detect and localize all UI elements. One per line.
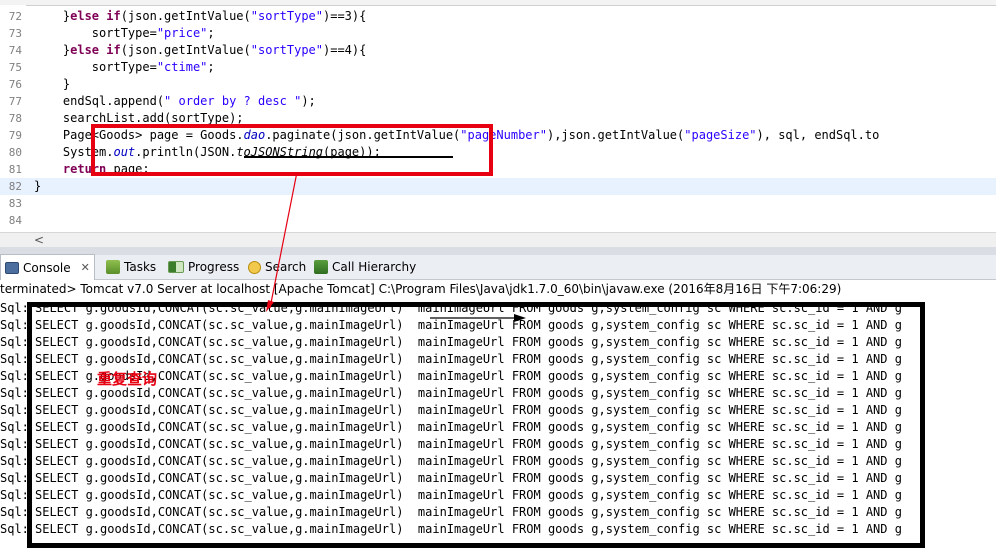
code-text: sortType="ctime"; (34, 60, 215, 74)
console-line-prefix: Sql: (0, 522, 29, 536)
code-line[interactable]: 83 (0, 195, 996, 212)
tab-progress[interactable]: Progress (168, 255, 239, 279)
tab-label: Search (265, 260, 307, 274)
line-number: 76 (8, 78, 22, 91)
tab-search[interactable]: Search (248, 255, 306, 279)
code-line[interactable]: 77 endSql.append(" order by ? desc "); (0, 93, 996, 110)
code-text: sortType="price"; (34, 26, 215, 40)
view-tab-bar: Console ✕ Tasks Progress Search Call Hie… (0, 254, 996, 281)
tab-label: Console (23, 261, 71, 275)
line-number: 84 (8, 214, 22, 227)
highlight-box-black (27, 302, 925, 548)
line-number: 81 (8, 163, 22, 176)
editor-horizontal-scrollbar[interactable]: < (0, 232, 996, 247)
console-line-prefix: Sql: (0, 403, 29, 417)
code-text: }else if(json.getIntValue("sortType")==3… (34, 9, 367, 23)
tab-label: Progress (188, 260, 240, 274)
console-icon (5, 262, 19, 274)
console-line-prefix: Sql: (0, 454, 29, 468)
scroll-left-icon[interactable]: < (34, 233, 44, 247)
console-status-line: terminated> Tomcat v7.0 Server at localh… (0, 280, 996, 298)
code-line[interactable]: 75 sortType="ctime"; (0, 59, 996, 76)
code-line[interactable]: 73 sortType="price"; (0, 25, 996, 42)
progress-icon (168, 261, 184, 273)
highlight-underline (244, 156, 453, 158)
code-text: } (34, 77, 71, 91)
editor-tab-strip (0, 0, 996, 6)
console-line-prefix: Sql: (0, 352, 29, 366)
line-number: 77 (8, 95, 22, 108)
console-line-prefix: Sql: (0, 301, 29, 315)
console-line-prefix: Sql: (0, 505, 29, 519)
console-line-prefix: Sql: (0, 420, 29, 434)
line-number: 83 (8, 197, 22, 210)
tasks-icon (106, 260, 120, 274)
code-line[interactable]: 72 }else if(json.getIntValue("sortType")… (0, 8, 996, 25)
tab-console[interactable]: Console ✕ (0, 254, 95, 281)
code-line[interactable]: 84 (0, 212, 996, 229)
close-icon[interactable]: ✕ (81, 256, 90, 280)
code-text: }else if(json.getIntValue("sortType")==4… (34, 43, 367, 57)
annotation-note: 重复查询 (97, 370, 158, 388)
panel-divider[interactable] (0, 247, 996, 255)
console-line-prefix: Sql: (0, 335, 29, 349)
code-line[interactable]: 82} (0, 178, 996, 195)
tab-call-hierarchy[interactable]: Call Hierarchy (314, 255, 416, 279)
line-number: 80 (8, 146, 22, 159)
code-editor[interactable]: 72 }else if(json.getIntValue("sortType")… (0, 0, 996, 232)
tab-label: Call Hierarchy (332, 260, 417, 274)
tab-tasks[interactable]: Tasks (106, 255, 156, 279)
highlight-box-red (91, 124, 493, 176)
console-line-prefix: Sql: (0, 471, 29, 485)
line-number: 73 (8, 27, 22, 40)
console-line-prefix: Sql: (0, 369, 29, 383)
line-number: 75 (8, 61, 22, 74)
code-text: } (34, 179, 42, 193)
call-hierarchy-icon (314, 260, 328, 274)
line-number: 78 (8, 112, 22, 125)
console-line-prefix: Sql: (0, 488, 29, 502)
line-number: 79 (8, 129, 22, 142)
line-number: 72 (8, 10, 22, 23)
line-number: 74 (8, 44, 22, 57)
console-line-prefix: Sql: (0, 437, 29, 451)
code-text: endSql.append(" order by ? desc "); (34, 94, 316, 108)
tab-label: Tasks (124, 260, 157, 274)
console-line-prefix: Sql: (0, 386, 29, 400)
code-line[interactable]: 74 }else if(json.getIntValue("sortType")… (0, 42, 996, 59)
search-icon (248, 260, 261, 274)
line-number: 82 (8, 180, 22, 193)
console-line-prefix: Sql: (0, 318, 29, 332)
code-line[interactable]: 76 } (0, 76, 996, 93)
